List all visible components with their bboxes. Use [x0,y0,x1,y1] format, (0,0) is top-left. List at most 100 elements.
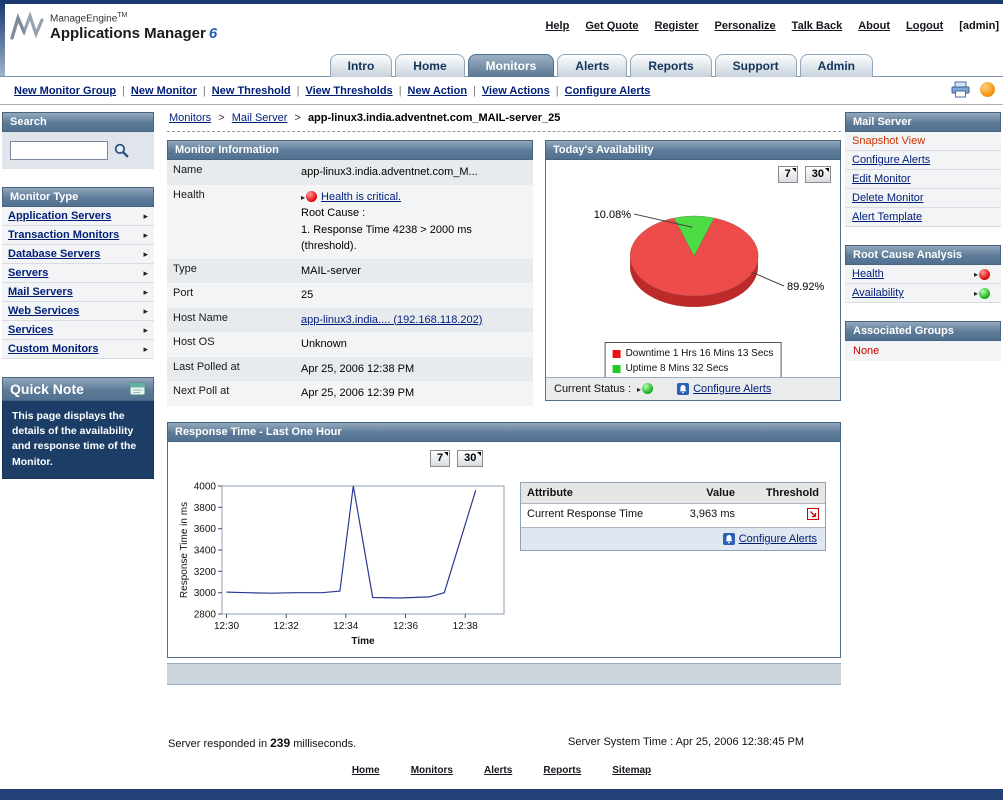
brand-tm: TM [117,12,127,19]
link-register[interactable]: Register [655,20,699,32]
sidebar-item-servers[interactable]: Servers▸ [2,264,154,283]
sidebar-item-transaction-monitors[interactable]: Transaction Monitors▸ [2,226,154,245]
search-icon[interactable] [113,142,130,159]
bottom-copyright-bar [0,789,1003,800]
status-arrow-icon: ▸ [301,193,305,202]
tab-admin[interactable]: Admin [800,54,873,77]
sidebar-item-mail-servers[interactable]: Mail Servers▸ [2,283,154,302]
critical-status-icon [306,191,317,202]
sidebar-item-application-servers[interactable]: Application Servers▸ [2,207,154,226]
table-row: Port 25 [167,283,533,308]
sidebar-item-web-services[interactable]: Web Services▸ [2,302,154,321]
col-attribute: Attribute [521,483,655,503]
content-area: Search Monitor Type Application Servers▸… [0,104,1003,800]
edit-monitor-item[interactable]: Edit Monitor [845,170,1001,189]
view-thresholds-link[interactable]: View Thresholds [305,85,392,97]
response-time-chart: 280030003200340036003800400012:3012:3212… [176,476,516,651]
main-tab-bar: Intro Home Monitors Alerts Reports Suppo… [327,54,873,77]
left-accent-strip [0,4,5,76]
alert-template-item[interactable]: Alert Template [845,208,1001,227]
sidebar-item-database-servers[interactable]: Database Servers▸ [2,245,154,264]
period-7-days-button[interactable]: 7 [778,166,798,183]
breadcrumb-mail-server[interactable]: Mail Server [232,112,288,124]
sidebar-item-custom-monitors[interactable]: Custom Monitors▸ [2,340,154,359]
divider [167,131,841,132]
new-monitor-group-link[interactable]: New Monitor Group [14,85,116,97]
quick-note-text: This page displays the details of the av… [2,401,154,479]
alert-bell-icon [677,383,689,395]
chevron-right-icon: ▸ [143,230,148,241]
left-sidebar: Search Monitor Type Application Servers▸… [2,112,154,497]
chevron-right-icon: ▸ [143,211,148,222]
configure-alerts-toolbar-link[interactable]: Configure Alerts [565,85,651,97]
root-cause-health-item[interactable]: Health ▸ [845,265,1001,284]
table-row: Last Polled at Apr 25, 2006 12:38 PM [167,357,533,382]
link-get-quote[interactable]: Get Quote [585,20,638,32]
tab-alerts[interactable]: Alerts [557,54,627,77]
footer-link-monitors[interactable]: Monitors [411,765,453,776]
host-name-link[interactable]: app-linux3.india.... (192.168.118.202) [301,314,482,326]
monitor-information-title: Monitor Information [175,144,279,156]
search-panel-title: Search [10,116,47,128]
tab-monitors[interactable]: Monitors [468,54,555,77]
link-talk-back[interactable]: Talk Back [792,20,843,32]
mail-server-actions-panel: Mail Server Snapshot View Configure Aler… [845,112,1001,227]
associated-groups-panel: Associated Groups None [845,321,1001,361]
period-7-days-button[interactable]: 7 [430,450,450,467]
content-footer-band [167,663,841,685]
critical-status-icon [979,269,990,280]
new-monitor-link[interactable]: New Monitor [131,85,197,97]
table-row: Host OS Unknown [167,332,533,357]
chevron-right-icon: ▸ [143,306,148,317]
monitor-type-value: MAIL-server [295,259,533,284]
downtime-legend-label: Downtime 1 Hrs 16 Mins 13 Secs [626,346,774,361]
new-threshold-link[interactable]: New Threshold [212,85,291,97]
brand-version: 6 [209,25,217,42]
link-personalize[interactable]: Personalize [715,20,776,32]
footer-link-alerts[interactable]: Alerts [484,765,512,776]
new-action-link[interactable]: New Action [408,85,468,97]
monitor-information-panel: Monitor Information Name app-linux3.indi… [167,140,533,406]
root-cause-detail: 1. Response Time 4238 > 2000 ms (thresho… [301,222,527,255]
root-cause-availability-item[interactable]: Availability ▸ [845,284,1001,303]
delete-monitor-item[interactable]: Delete Monitor [845,189,1001,208]
footer-link-sitemap[interactable]: Sitemap [612,765,651,776]
configure-alerts-item[interactable]: Configure Alerts [845,151,1001,170]
breadcrumb-monitors[interactable]: Monitors [169,112,211,124]
chevron-right-icon: ▸ [143,268,148,279]
tab-home[interactable]: Home [395,54,464,77]
tab-reports[interactable]: Reports [630,54,711,77]
view-actions-link[interactable]: View Actions [482,85,550,97]
root-cause-analysis-panel: Root Cause Analysis Health ▸ Availabilit… [845,245,1001,303]
top-utility-links: Help Get Quote Register Personalize Talk… [545,20,999,32]
server-response-time-text: Server responded in 239 milliseconds. [168,736,356,750]
personalize-theme-icon[interactable] [980,82,995,97]
logged-in-user: [admin] [959,20,999,32]
current-status-label: Current Status : [554,383,631,395]
period-30-days-button[interactable]: 30 [457,450,483,467]
search-input[interactable] [10,141,108,160]
svg-text:12:36: 12:36 [393,621,418,632]
availability-title: Today's Availability [553,144,654,156]
tab-support[interactable]: Support [715,54,797,77]
col-threshold: Threshold [741,483,825,503]
tab-intro[interactable]: Intro [330,54,393,77]
link-help[interactable]: Help [545,20,569,32]
server-response-ms: 239 [270,736,290,750]
configure-alerts-link[interactable]: Configure Alerts [693,383,771,395]
health-critical-link[interactable]: Health is critical. [321,191,401,203]
printer-icon[interactable] [951,81,970,98]
threshold-violation-icon[interactable] [807,508,819,520]
snapshot-view-item[interactable]: Snapshot View [845,132,1001,151]
sidebar-item-services[interactable]: Services▸ [2,321,154,340]
link-about[interactable]: About [858,20,890,32]
svg-text:3800: 3800 [194,502,217,513]
period-30-days-button[interactable]: 30 [805,166,831,183]
monitor-name-value: app-linux3.india.adventnet.com_M... [295,160,533,185]
footer-link-home[interactable]: Home [352,765,380,776]
configure-alerts-link[interactable]: Configure Alerts [739,533,817,545]
chevron-right-icon: ▸ [143,287,148,298]
footer-link-reports[interactable]: Reports [543,765,581,776]
link-logout[interactable]: Logout [906,20,943,32]
root-cause-title: Root Cause Analysis [853,249,962,261]
